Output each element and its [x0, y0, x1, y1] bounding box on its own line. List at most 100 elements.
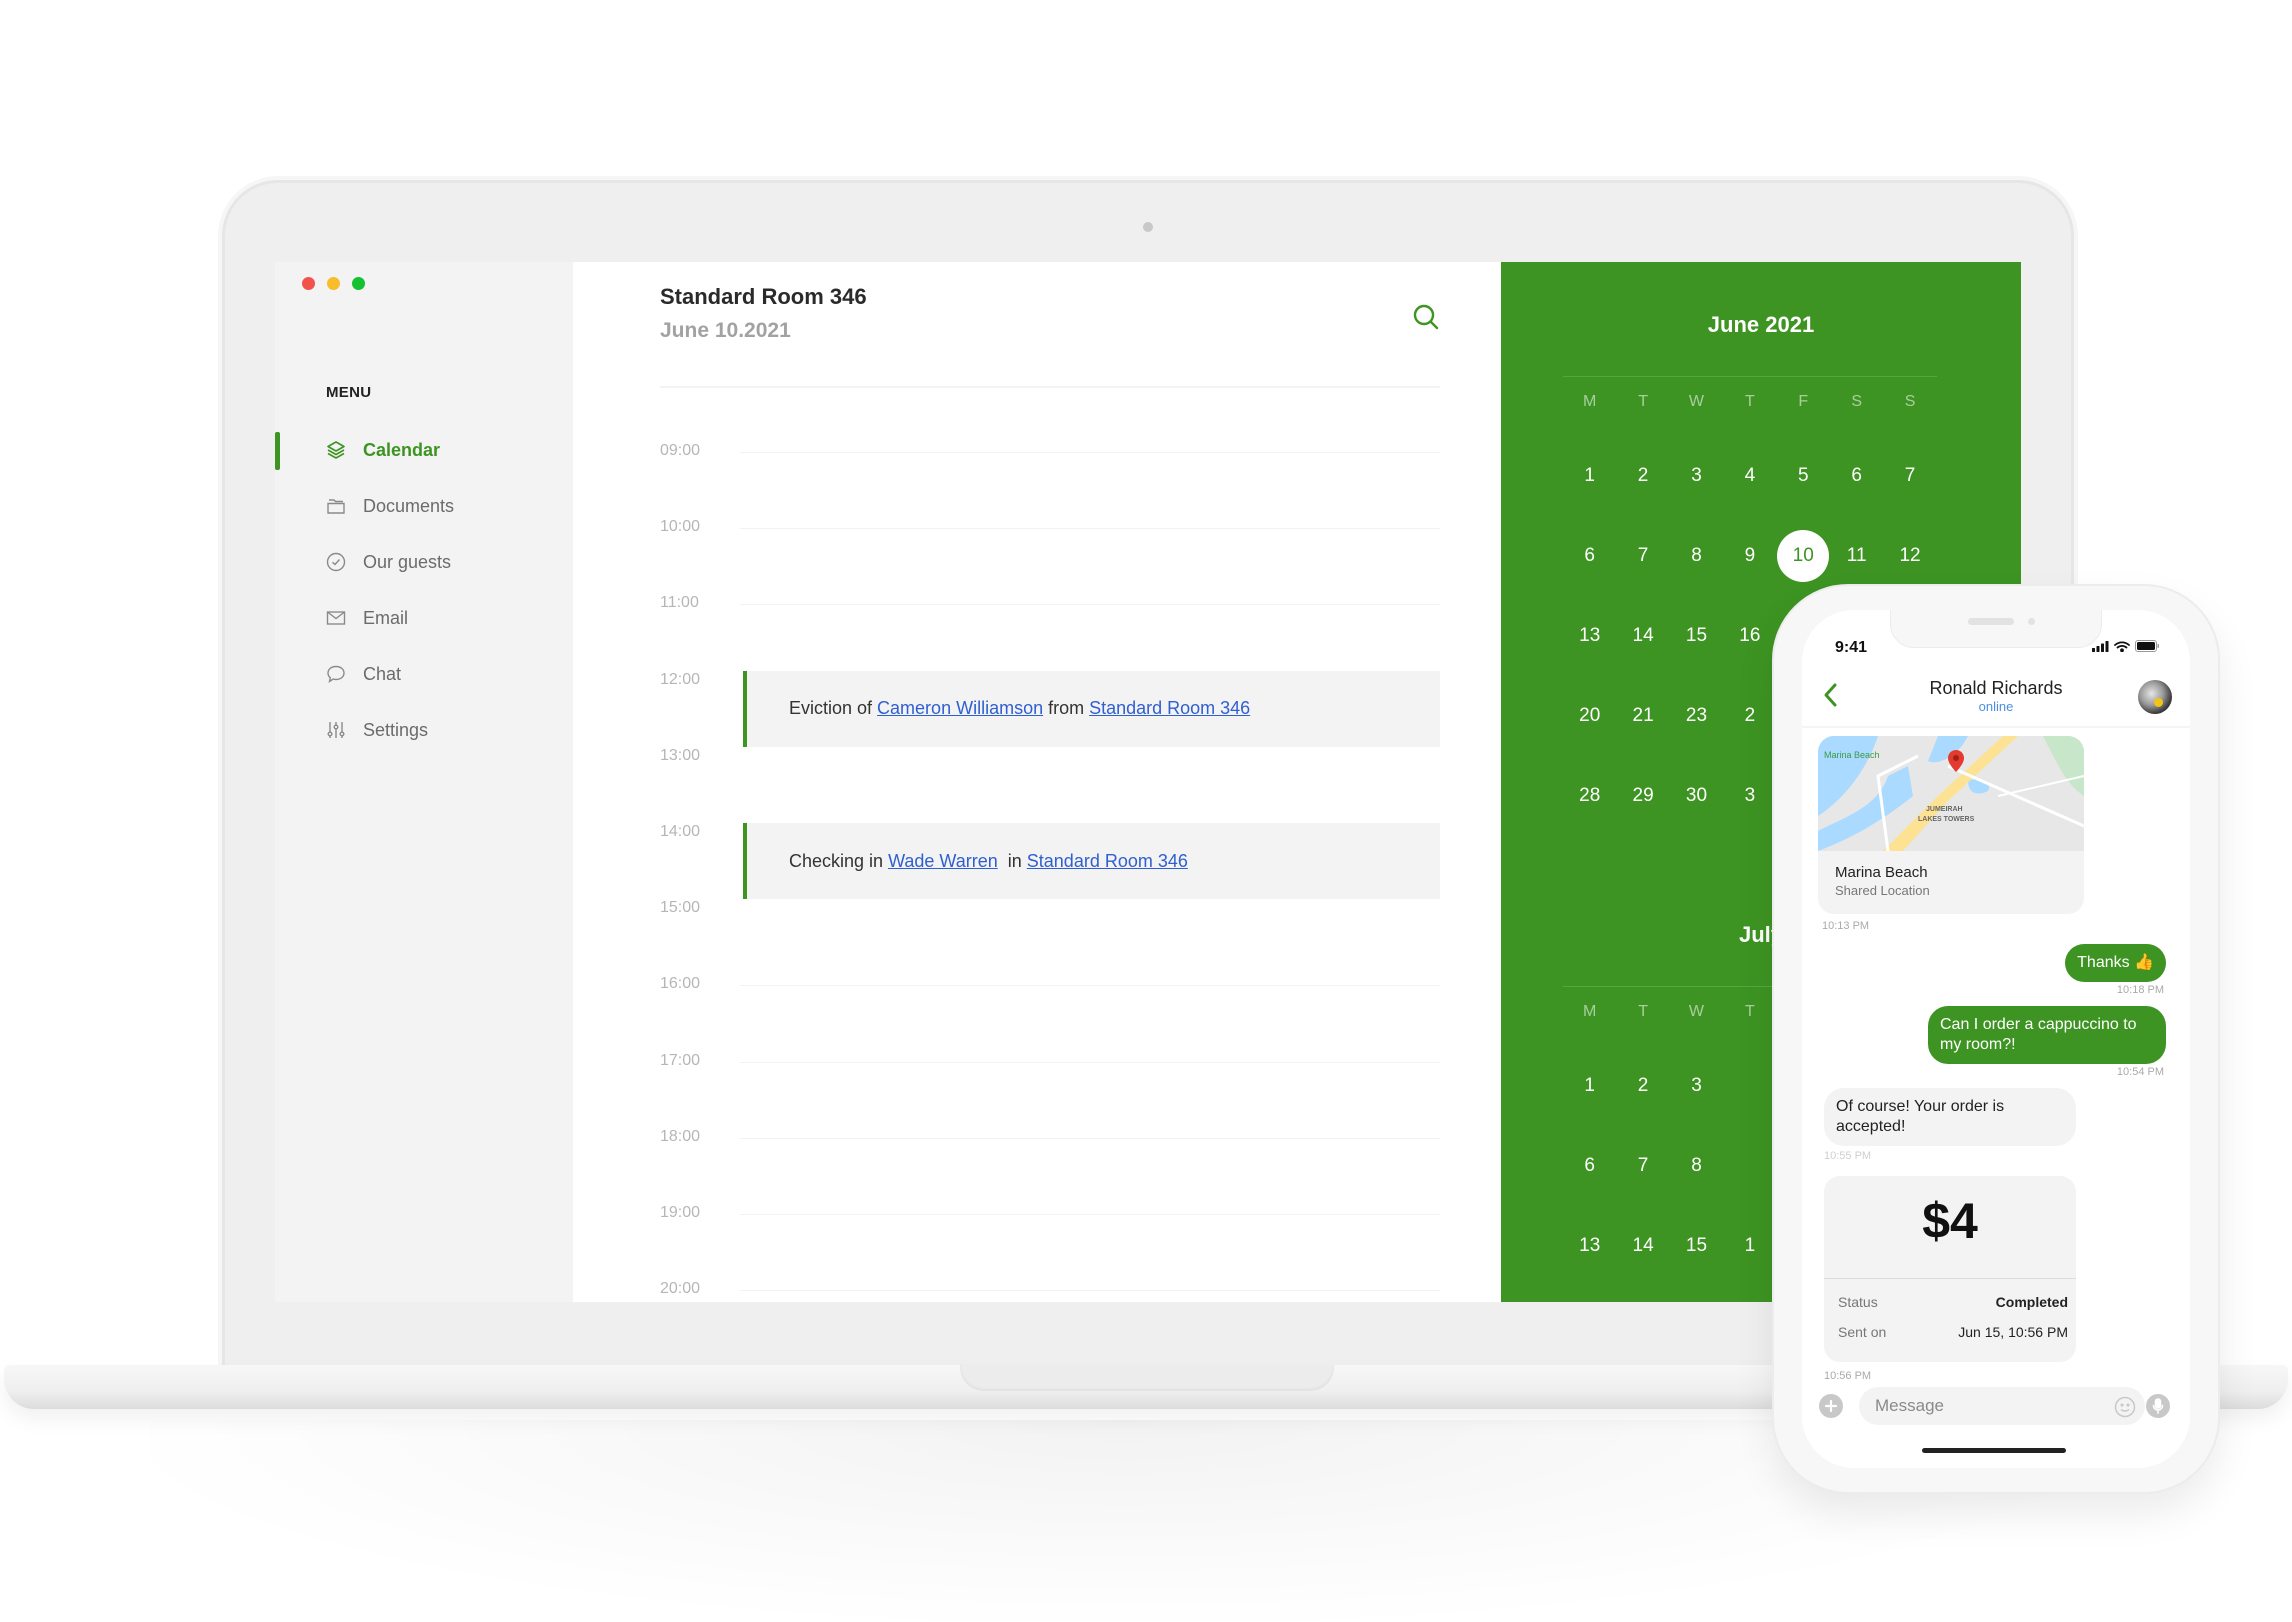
calendar-day[interactable]: 13 — [1563, 625, 1616, 647]
calendar-day[interactable]: 4 — [1723, 465, 1776, 487]
calendar-day[interactable]: 1 — [1563, 465, 1616, 487]
attach-button[interactable] — [1819, 1394, 1843, 1418]
time-label: 15:00 — [660, 899, 701, 917]
calendar-divider — [1563, 376, 1937, 377]
weekday-label: T — [1744, 393, 1755, 410]
event-text: Checking in — [789, 850, 884, 871]
time-label: 10:00 — [660, 518, 701, 536]
calendar-day[interactable]: 3 — [1670, 465, 1723, 487]
calendar-day[interactable]: 13 — [1563, 1235, 1616, 1257]
calendar-day[interactable]: 11 — [1830, 545, 1883, 567]
time-label: 20:00 — [660, 1280, 701, 1298]
status-bar-time: 9:41 — [1835, 639, 1868, 656]
calendar-day[interactable]: 2 — [1723, 705, 1776, 727]
status-value: Completed — [1995, 1294, 2068, 1310]
guest-link[interactable]: Cameron Williamson — [877, 698, 1043, 719]
battery-icon — [2135, 640, 2159, 652]
sidebar-item-calendar[interactable]: Calendar — [275, 422, 573, 478]
month-title: June 2021 — [1707, 312, 1815, 337]
calendar-day[interactable]: 7 — [1616, 545, 1669, 567]
weekday-label: T — [1638, 393, 1648, 410]
time-label: 17:00 — [660, 1051, 701, 1069]
calendar-day[interactable]: 6 — [1563, 1155, 1616, 1177]
guest-link[interactable]: Wade Warren — [888, 851, 998, 872]
sidebar-item-documents[interactable]: Documents — [275, 478, 573, 534]
outgoing-message: Can I order a cappuccino to my room?! — [1928, 1006, 2166, 1064]
app-window: MENU Calendar Documents Our guests Email… — [275, 262, 2021, 1302]
message-timestamp: 10:55 PM — [1824, 1150, 1872, 1162]
schedule-event[interactable]: Checking in Wade Warren in Standard Room… — [743, 823, 1440, 900]
calendar-day[interactable]: 29 — [1616, 785, 1669, 807]
calendar-day[interactable]: 8 — [1670, 545, 1723, 567]
room-link[interactable]: Standard Room 346 — [1089, 698, 1250, 719]
calendar-day[interactable]: 20 — [1563, 705, 1616, 727]
avatar[interactable] — [2138, 680, 2172, 714]
calendar-day[interactable]: 16 — [1723, 625, 1776, 647]
room-link[interactable]: Standard Room 346 — [1027, 851, 1188, 872]
phone-notch — [1890, 610, 2102, 648]
calendar-day[interactable]: 1 — [1563, 1075, 1616, 1097]
contact-status: online — [1978, 699, 2014, 714]
calendar-day[interactable]: 21 — [1616, 705, 1669, 727]
shared-location-card[interactable]: Marina Beach JUMEIRAH LAKES TOWERS Marin… — [1818, 736, 2084, 914]
calendar-day[interactable]: 14 — [1616, 625, 1669, 647]
map-label: LAKES TOWERS — [1918, 816, 1975, 823]
calendar-day[interactable]: 7 — [1616, 1155, 1669, 1177]
calendar-day[interactable]: 5 — [1777, 465, 1830, 487]
time-slot: 20:00 — [660, 1280, 1440, 1300]
day-number: 2 — [1637, 465, 1649, 486]
close-window-button[interactable] — [302, 277, 315, 290]
time-label: 11:00 — [660, 594, 699, 612]
calendar-day[interactable]: 28 — [1563, 785, 1616, 807]
message-input[interactable] — [1859, 1387, 2145, 1425]
payment-card[interactable]: $4 Status Completed Sent on Jun 15, 10:5… — [1824, 1176, 2076, 1362]
day-schedule: Standard Room 346 June 10.2021 20:00 19:0… — [573, 262, 1501, 1302]
calendar-day[interactable]: 9 — [1723, 545, 1776, 567]
maximize-window-button[interactable] — [352, 277, 365, 290]
sidebar-item-our-guests[interactable]: Our guests — [275, 534, 573, 590]
calendar-day[interactable]: 15 — [1670, 625, 1723, 647]
sidebar-item-chat[interactable]: Chat — [275, 646, 573, 702]
calendar-day[interactable]: 12 — [1883, 545, 1936, 567]
day-number: 23 — [1685, 705, 1708, 726]
sidebar-item-email[interactable]: Email — [275, 590, 573, 646]
time-slot: 13:00 — [660, 747, 1440, 767]
smiley-icon — [2114, 1396, 2136, 1418]
day-number: 7 — [1637, 545, 1649, 566]
sidebar-item-label: Calendar — [363, 439, 441, 460]
calendar-day[interactable]: 8 — [1670, 1155, 1723, 1177]
calendar-day[interactable]: 6 — [1830, 465, 1883, 487]
calendar-day[interactable]: 30 — [1670, 785, 1723, 807]
calendar-day[interactable]: 2 — [1616, 465, 1669, 487]
sidebar-item-settings[interactable]: Settings — [275, 702, 573, 758]
home-indicator[interactable] — [1922, 1448, 2066, 1453]
folder-icon — [325, 495, 347, 517]
weekday-label: M — [1583, 1003, 1597, 1020]
day-number: 6 — [1584, 1155, 1595, 1176]
mail-icon — [325, 607, 347, 629]
emoji-button[interactable] — [2114, 1396, 2136, 1418]
calendar-day[interactable]: 23 — [1670, 705, 1723, 727]
hour-gridline — [740, 1137, 1440, 1139]
calendar-day[interactable]: 14 — [1616, 1235, 1669, 1257]
laptop-opening-notch — [960, 1365, 1334, 1391]
calendar-day[interactable]: 6 — [1563, 545, 1616, 567]
calendar-day[interactable]: 3 — [1723, 785, 1776, 807]
voice-message-button[interactable] — [2146, 1394, 2170, 1418]
hour-gridline — [740, 985, 1440, 987]
weekday-label: S — [1904, 393, 1916, 410]
calendar-day[interactable]: 1 — [1723, 1235, 1776, 1257]
calendar-day[interactable]: 7 — [1883, 465, 1936, 487]
calendar-day[interactable]: 2 — [1616, 1075, 1669, 1097]
calendar-day[interactable]: 15 — [1670, 1235, 1723, 1257]
minimize-window-button[interactable] — [327, 277, 340, 290]
day-number: 9 — [1744, 545, 1756, 566]
time-slot: 19:00 — [660, 1204, 1440, 1224]
event-text: in — [1002, 850, 1022, 871]
schedule-event[interactable]: Eviction of Cameron Williamson from Stan… — [743, 670, 1440, 747]
phone-screen: 9:41 Ronald Richards online Marina Beach… — [1802, 610, 2190, 1468]
message-composer — [1802, 1384, 2190, 1425]
day-number: 6 — [1584, 545, 1595, 566]
calendar-day[interactable]: 3 — [1670, 1075, 1723, 1097]
calendar-day-selected[interactable]: 10 — [1777, 530, 1830, 582]
